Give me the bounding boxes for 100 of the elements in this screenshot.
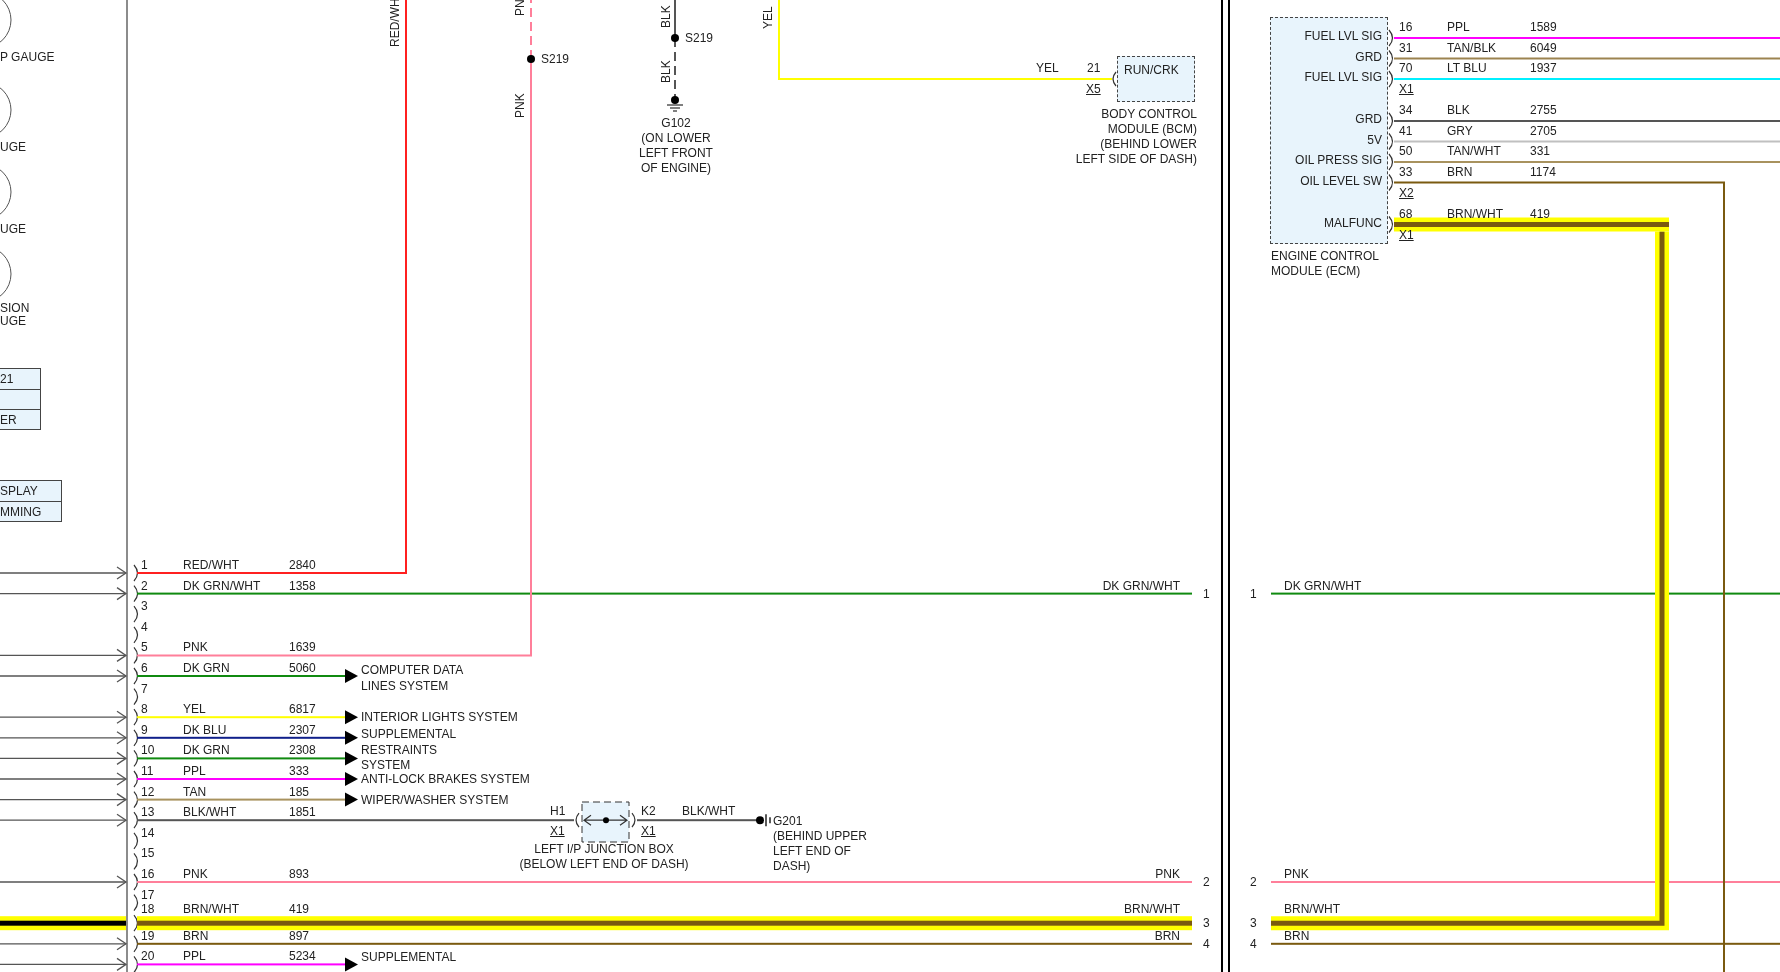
contact-icon xyxy=(1112,71,1117,87)
pin-function-label: OIL LEVEL SW xyxy=(1300,173,1382,188)
connector-label: X2 xyxy=(1399,185,1414,200)
system-label: LINES SYSTEM xyxy=(361,678,449,693)
pin-number: 68 xyxy=(1399,206,1413,221)
table-cell: MMING xyxy=(0,501,61,521)
circuit-number: 333 xyxy=(289,764,310,778)
pin-function-label: 5V xyxy=(1367,132,1382,147)
pin-number: 31 xyxy=(1399,40,1413,55)
wire-color-label: PNK xyxy=(513,93,527,118)
component-label: MODULE (BCM) xyxy=(1107,122,1197,136)
wire-color-label: BLK/WHT xyxy=(183,805,237,820)
circuit-number: 185 xyxy=(289,784,310,799)
system-label: SUPPLEMENTAL xyxy=(361,727,457,741)
pin-function-label: FUEL LVL SIG xyxy=(1304,70,1382,84)
wire-color-label: BLK xyxy=(659,60,673,83)
connector-label: X1 xyxy=(641,824,656,839)
wire-color-label: DK GRN/WHT xyxy=(1284,578,1362,593)
module-box: RUN/CRK xyxy=(1117,56,1195,102)
wire-color-label: DK GRN/WHT xyxy=(1102,578,1180,593)
splice-label: S219 xyxy=(685,31,714,45)
pin-number: 16 xyxy=(1399,20,1413,34)
gauge-label: SION xyxy=(0,301,30,315)
connector-label: X1 xyxy=(1399,82,1414,96)
pin-number: 17 xyxy=(141,887,155,902)
table-cell: ER xyxy=(0,409,40,429)
pin-number: 4 xyxy=(1250,936,1257,951)
component-label: MODULE (ECM) xyxy=(1271,264,1361,278)
pin-number: 34 xyxy=(1399,103,1413,117)
wire-color-label: DK GRN xyxy=(183,743,230,758)
pin-number: 50 xyxy=(1399,144,1413,158)
circuit-number: 5234 xyxy=(289,949,316,964)
pin-number: 4 xyxy=(141,619,148,634)
arrow-icon xyxy=(345,669,358,683)
pin-number: 20 xyxy=(141,949,155,964)
circuit-number: 897 xyxy=(289,928,310,943)
circuit-number: 1937 xyxy=(1530,61,1557,75)
pin-number: 1 xyxy=(141,558,148,572)
wire-color-label: GRY xyxy=(1447,123,1473,138)
component-label: BODY CONTROL xyxy=(1101,107,1197,121)
pin-number: 12 xyxy=(141,784,155,799)
circuit-number: 1851 xyxy=(289,805,316,820)
pin-number: 10 xyxy=(141,743,155,758)
system-label: COMPUTER DATA xyxy=(361,663,464,677)
pin-number: 14 xyxy=(141,825,155,840)
pin-function-label: GRD xyxy=(1355,112,1382,126)
system-label: INTERIOR LIGHTS SYSTEM xyxy=(361,710,518,724)
circuit-number: 893 xyxy=(289,867,310,881)
pin-number: 2 xyxy=(1250,875,1257,889)
wire-color-label: PNK xyxy=(1284,867,1309,881)
ground-label: G102 xyxy=(661,116,691,130)
wire-color-label: YEL xyxy=(183,702,206,717)
pin-number: 8 xyxy=(141,702,148,717)
circuit-number: 1174 xyxy=(1530,164,1556,179)
ground-label: G201 xyxy=(773,814,803,829)
ground-label: DASH) xyxy=(773,859,811,874)
arrow-icon xyxy=(345,792,358,807)
component-label: ENGINE CONTROL xyxy=(1271,249,1379,263)
component-label: LEFT SIDE OF DASH) xyxy=(1075,152,1197,166)
pin-number: 16 xyxy=(141,867,155,881)
wire-color-label: TAN/WHT xyxy=(1447,144,1501,158)
wire-color-label: RED/WHT xyxy=(183,558,239,572)
wire-color-label: PNK xyxy=(183,640,208,655)
wire-color-label: TAN/BLK xyxy=(1447,40,1497,55)
wire-color-label: PNK xyxy=(1155,867,1180,881)
arrow-icon xyxy=(345,957,358,972)
pin-function-label: GRD xyxy=(1355,49,1382,64)
pin-number: 15 xyxy=(141,846,155,861)
circuit-number: 6817 xyxy=(289,702,316,717)
table-cell: SPLAY xyxy=(0,481,61,501)
pin-number: 2 xyxy=(1203,875,1210,889)
wire-color-label: RED/WH xyxy=(388,0,402,47)
contact-icon xyxy=(631,812,636,828)
circuit-number: 419 xyxy=(1530,206,1551,221)
circuit-number: 419 xyxy=(289,902,310,917)
circuit-number: 2308 xyxy=(289,743,316,758)
system-label: ANTI-LOCK BRAKES SYSTEM xyxy=(361,772,530,786)
contact-icon xyxy=(575,812,580,828)
wire-color-label: PPL xyxy=(183,949,206,964)
pin-number: 13 xyxy=(141,805,155,820)
splice-dot xyxy=(671,34,679,42)
bidirectional-arrow-icon xyxy=(582,814,629,826)
wire-color-label: DK GRN/WHT xyxy=(183,578,261,593)
pin-number: 9 xyxy=(141,722,148,737)
component-label: LEFT I/P JUNCTION BOX xyxy=(534,842,674,856)
ground-icon xyxy=(756,813,771,827)
wire-color-label: BRN xyxy=(1154,928,1180,943)
pin-number: 19 xyxy=(141,928,155,943)
pin-number: 6 xyxy=(141,661,148,675)
ground-label: (BEHIND UPPER xyxy=(773,829,867,844)
pin-number: 7 xyxy=(141,681,148,696)
pin-number: 3 xyxy=(1250,916,1257,931)
circuit-number: 1639 xyxy=(289,640,316,655)
pin-function-label: OIL PRESS SIG xyxy=(1295,153,1382,167)
gauge-label: UGE xyxy=(0,140,26,154)
wire-color-label: PPL xyxy=(1447,20,1470,34)
connector-label: X1 xyxy=(550,824,565,839)
pin-number: 2 xyxy=(141,578,148,593)
system-label: SUPPLEMENTAL xyxy=(361,950,457,964)
connector-label: X1 xyxy=(1399,227,1414,242)
